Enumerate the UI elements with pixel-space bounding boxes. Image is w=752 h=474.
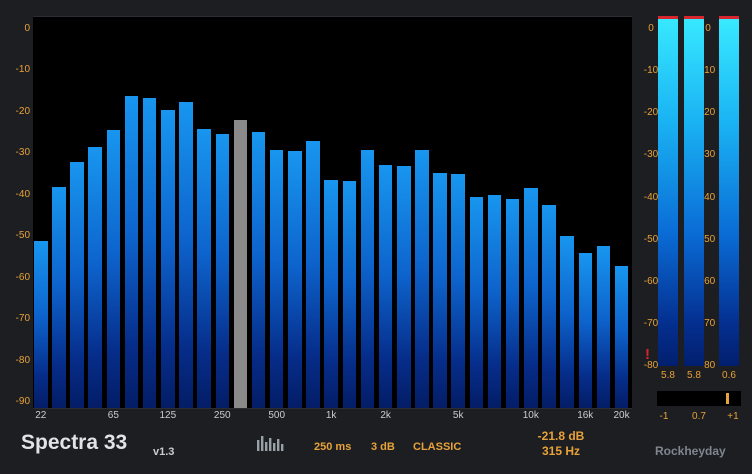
spectrum-bar[interactable]: [378, 165, 393, 408]
spectrum-bar[interactable]: [269, 150, 284, 408]
spectrum-y-tick: -20: [15, 105, 30, 117]
correlation-value: 0.7: [692, 411, 706, 422]
spectrum-bar[interactable]: [451, 173, 465, 408]
spectrum-y-tick: -30: [15, 147, 30, 159]
meter-scale-tick: 0: [648, 23, 654, 34]
spectrum-bar[interactable]: [342, 180, 357, 408]
correlation-marker: [725, 393, 729, 404]
spectrum-bar[interactable]: [415, 150, 429, 408]
level-meter-peak: [719, 16, 739, 19]
spectrum-bar[interactable]: [197, 128, 211, 408]
spectrum-bar[interactable]: [560, 235, 574, 408]
level-meter: [658, 16, 678, 366]
spectrum-y-tick: -60: [15, 271, 30, 283]
correlation-max-label: +1: [727, 411, 739, 422]
spectrum-y-tick: -40: [15, 188, 30, 200]
spectrum-x-tick: 10k: [522, 410, 539, 421]
spectrum-bar[interactable]: [397, 165, 411, 408]
spectrum-bar[interactable]: [542, 205, 556, 408]
correlation-min-label: -1: [659, 411, 669, 422]
spectrum-bar[interactable]: [524, 188, 538, 408]
level-meter-fill: [719, 18, 739, 366]
spectrum-bars-icon[interactable]: [257, 433, 285, 451]
meter-scale-tick: -50: [643, 233, 659, 245]
spectrum-bar[interactable]: [614, 266, 629, 408]
app-version: v1.3: [153, 446, 175, 458]
level-meter-value: 5.8: [687, 370, 701, 381]
spectrum-bar[interactable]: [161, 109, 175, 408]
spectrum-x-tick: 5k: [452, 410, 464, 421]
spectrum-x-tick: 500: [268, 410, 286, 421]
meter-scale-tick: -10: [643, 65, 659, 77]
spectrum-bar[interactable]: [52, 187, 66, 408]
spectrum-bar[interactable]: [34, 241, 48, 408]
spectrum-bar[interactable]: [578, 252, 592, 408]
spectrum-x-tick: 16k: [577, 410, 594, 421]
spectrum-bar[interactable]: [306, 140, 320, 408]
level-meter-value: 5.8: [661, 370, 675, 381]
slope-button[interactable]: 3 dB: [371, 441, 395, 453]
meter-scale-tick: -20: [643, 107, 659, 119]
level-readout: -21.8 dB: [537, 429, 585, 443]
correlation-meter: [657, 391, 741, 406]
level-meter-peak: [684, 16, 704, 19]
spectrum-bar-selected[interactable]: [233, 120, 248, 408]
spectrum-bar[interactable]: [70, 161, 84, 408]
spectrum-x-tick: 250: [213, 410, 231, 421]
level-meter-fill: [684, 16, 704, 366]
spectrum-analyzer[interactable]: [33, 16, 632, 409]
level-meter-peak: [658, 16, 678, 19]
spectrum-bar[interactable]: [596, 245, 611, 408]
spectrum-bar[interactable]: [360, 150, 375, 408]
app-title: Spectra 33: [21, 431, 128, 454]
spectrum-bar[interactable]: [179, 101, 193, 408]
spectrum-bar[interactable]: [288, 151, 302, 408]
level-meter: [684, 16, 704, 366]
spectrum-x-tick: 22: [35, 410, 47, 421]
spectrum-x-tick: 20k: [613, 410, 630, 421]
spectrum-y-tick: -50: [15, 230, 30, 242]
spectrum-bar[interactable]: [505, 198, 520, 408]
spectrum-y-tick: -10: [15, 64, 30, 76]
spectrum-x-tick: 125: [159, 410, 177, 421]
meter-scale-tick: -40: [643, 191, 659, 203]
level-meter-value: 0.6: [722, 370, 736, 381]
spectrum-y-tick: -90: [15, 396, 30, 407]
clip-indicator: !: [645, 346, 650, 363]
spectrum-x-tick: 2k: [380, 410, 391, 421]
spectrum-bar[interactable]: [106, 130, 121, 408]
style-button[interactable]: CLASSIC: [413, 441, 461, 453]
spectrum-bar[interactable]: [124, 96, 139, 408]
spectrum-bar[interactable]: [433, 172, 447, 408]
spectrum-y-tick: -70: [15, 313, 30, 325]
spectrum-x-tick: 1k: [325, 410, 337, 421]
spectrum-bar[interactable]: [251, 131, 266, 408]
spectrum-y-tick: 0: [24, 23, 30, 34]
level-meter: [719, 16, 739, 366]
level-meter-fill: [658, 16, 678, 366]
spectrum-x-tick: 65: [107, 410, 119, 421]
spectrum-bar[interactable]: [215, 133, 229, 408]
response-time-button[interactable]: 250 ms: [314, 441, 351, 453]
spectrum-bar[interactable]: [142, 98, 157, 408]
spectrum-bar[interactable]: [88, 146, 102, 408]
meter-scale-tick: -60: [643, 275, 659, 287]
meter-scale-tick: -30: [643, 149, 659, 161]
meter-scale-tick: 0: [705, 23, 711, 34]
meter-scale-tick: -70: [643, 317, 659, 329]
spectra-33-plugin: 0 0 -10 -10 -20 -20 -30 -30 -40 -40 -50 -50 -60 -60 -7…: [0, 0, 752, 474]
frequency-readout: 315 Hz: [541, 444, 581, 458]
spectrum-bar[interactable]: [469, 197, 484, 408]
brand-logo: Rockheyday: [655, 444, 726, 458]
spectrum-bar[interactable]: [324, 179, 338, 408]
spectrum-bar[interactable]: [487, 194, 502, 408]
spectrum-y-tick: -80: [15, 354, 30, 366]
